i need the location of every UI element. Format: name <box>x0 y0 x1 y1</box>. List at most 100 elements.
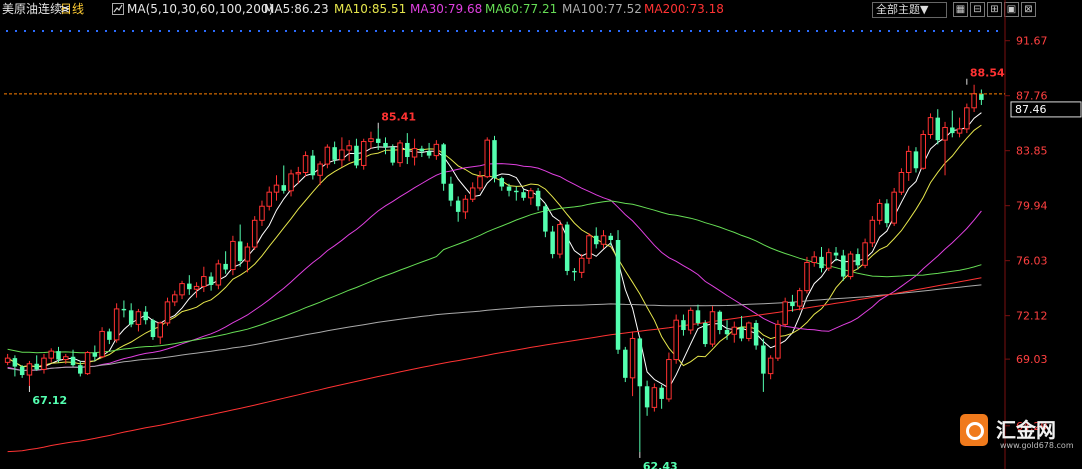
candle[interactable] <box>469 182 476 203</box>
candle[interactable] <box>397 140 403 167</box>
candle[interactable] <box>535 187 541 211</box>
candle[interactable] <box>709 306 716 347</box>
candle[interactable] <box>717 310 723 335</box>
candle[interactable] <box>804 256 810 294</box>
candle[interactable] <box>448 176 454 207</box>
candle[interactable] <box>753 320 759 350</box>
candle[interactable] <box>543 203 548 238</box>
candle[interactable] <box>767 355 774 380</box>
candle[interactable] <box>950 110 955 138</box>
candle[interactable] <box>215 259 222 290</box>
candle[interactable] <box>862 238 868 269</box>
candle[interactable] <box>979 89 984 105</box>
candle[interactable] <box>833 247 839 262</box>
candle[interactable] <box>84 351 91 376</box>
candle[interactable] <box>223 251 228 274</box>
candle[interactable] <box>644 380 650 416</box>
candle[interactable] <box>578 254 585 278</box>
candle[interactable] <box>898 168 905 195</box>
candle[interactable] <box>905 145 912 181</box>
candle[interactable] <box>746 321 752 342</box>
candle[interactable] <box>48 348 54 363</box>
candle[interactable] <box>259 200 265 226</box>
candle[interactable] <box>673 314 679 364</box>
candle[interactable] <box>266 186 272 211</box>
candle[interactable] <box>346 140 352 162</box>
candle[interactable] <box>847 251 854 280</box>
candle[interactable] <box>135 308 142 332</box>
candle[interactable] <box>920 130 926 170</box>
candle[interactable] <box>629 331 636 397</box>
candle[interactable] <box>121 300 127 318</box>
candle[interactable] <box>593 227 599 249</box>
candle[interactable] <box>514 186 519 201</box>
candle[interactable] <box>869 216 876 248</box>
candle[interactable] <box>368 131 374 149</box>
candle[interactable] <box>179 280 185 300</box>
candle[interactable] <box>796 287 803 311</box>
candle[interactable] <box>550 225 555 259</box>
candle[interactable] <box>405 133 410 165</box>
candle[interactable] <box>411 138 418 166</box>
candle[interactable] <box>12 355 18 377</box>
candle[interactable] <box>354 138 359 169</box>
candle[interactable] <box>390 144 396 166</box>
candle[interactable] <box>251 216 258 250</box>
candle[interactable] <box>143 306 148 325</box>
candle[interactable] <box>208 272 214 291</box>
candle[interactable] <box>964 103 970 134</box>
candle[interactable] <box>237 224 243 267</box>
candle[interactable] <box>528 187 534 205</box>
candle[interactable] <box>775 320 781 361</box>
candle[interactable] <box>492 135 497 183</box>
candle[interactable] <box>666 352 672 402</box>
candle[interactable] <box>651 383 658 412</box>
candle[interactable] <box>230 235 236 276</box>
candle[interactable] <box>281 165 287 194</box>
candle[interactable] <box>731 321 738 343</box>
candle[interactable] <box>927 113 934 139</box>
candle[interactable] <box>681 314 686 336</box>
candle[interactable] <box>855 248 861 270</box>
candle[interactable] <box>702 320 708 347</box>
candle[interactable] <box>782 297 788 328</box>
candle[interactable] <box>615 230 621 354</box>
candle[interactable] <box>201 266 207 293</box>
candlestick-chart[interactable]: 91.6787.7683.8579.9476.0372.1269.0364.29… <box>0 0 1082 469</box>
candle[interactable] <box>172 290 178 307</box>
candle[interactable] <box>826 248 832 271</box>
candle[interactable] <box>462 194 469 219</box>
candle[interactable] <box>383 137 388 155</box>
candle[interactable] <box>187 275 192 295</box>
candle[interactable] <box>128 303 134 328</box>
candle[interactable] <box>956 117 963 138</box>
candle[interactable] <box>935 109 941 145</box>
candle[interactable] <box>433 140 440 160</box>
candle[interactable] <box>659 384 664 409</box>
candle[interactable] <box>477 171 483 191</box>
candle[interactable] <box>302 151 309 177</box>
candle[interactable] <box>92 345 98 361</box>
candle[interactable] <box>819 247 824 273</box>
candle[interactable] <box>790 294 795 312</box>
candle[interactable] <box>499 176 505 191</box>
candle[interactable] <box>419 145 425 158</box>
candle[interactable] <box>34 355 39 371</box>
candle[interactable] <box>164 297 171 326</box>
candle[interactable] <box>310 149 316 180</box>
candle[interactable] <box>26 360 33 386</box>
candle[interactable] <box>623 346 628 383</box>
candle[interactable] <box>107 328 112 345</box>
candle[interactable] <box>244 242 251 273</box>
candle[interactable] <box>971 84 977 113</box>
candle[interactable] <box>521 189 526 201</box>
candle[interactable] <box>557 220 563 259</box>
candle[interactable] <box>19 365 25 378</box>
candle[interactable] <box>113 303 120 343</box>
candle[interactable] <box>637 337 643 452</box>
price-axis[interactable]: 91.6787.7683.8579.9476.0372.1269.0364.29 <box>1005 35 1048 433</box>
candle[interactable] <box>455 196 461 222</box>
candle[interactable] <box>41 353 47 374</box>
candle[interactable] <box>484 137 490 179</box>
candle[interactable] <box>441 142 446 191</box>
